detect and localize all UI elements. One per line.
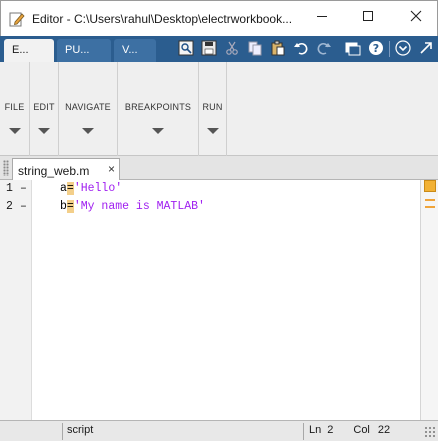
tab-publish[interactable]: PU... [57, 39, 111, 62]
message-bar [420, 180, 438, 420]
save-button[interactable] [199, 40, 218, 58]
code-text: b='My name is MATLAB' [60, 200, 205, 213]
editor-pencil-icon [9, 11, 25, 27]
chevron-down-icon [38, 128, 50, 134]
minimize-button[interactable] [299, 1, 345, 33]
find-files-icon [178, 40, 194, 59]
code-editor[interactable]: 1 – a='Hello' 2 – b='My name is MATLAB' [0, 180, 438, 420]
undo-button[interactable] [291, 40, 310, 58]
switch-windows-icon [345, 40, 361, 59]
close-tab-icon[interactable]: × [108, 162, 115, 176]
code-variable: a [60, 182, 67, 195]
expand-toolstrip-icon [394, 39, 411, 59]
col-label: Col [353, 424, 370, 436]
maximize-icon [362, 10, 374, 25]
ribbon-edit-label: EDIT [33, 102, 55, 112]
save-icon [201, 40, 217, 59]
cut-icon [224, 40, 240, 59]
toolstrip-ribbon: FILE EDIT NAVIGATE BREAKPOINTS RUN [0, 62, 438, 156]
toolstrip-tab-bar: E... PU... V... ? [0, 36, 438, 62]
title-bar: Editor - C:\Users\rahul\Desktop\electrwo… [0, 0, 438, 36]
ribbon-edit[interactable]: EDIT [30, 62, 59, 156]
breakpoint-dash[interactable]: – [20, 200, 27, 213]
status-bar: script Ln 2 Col 22 [0, 420, 438, 441]
grip-handle-icon[interactable] [3, 160, 9, 176]
tab-editor[interactable]: E... [4, 39, 54, 62]
chevron-down-icon [206, 128, 219, 134]
undock-button[interactable] [416, 40, 435, 58]
ribbon-file[interactable]: FILE [0, 62, 30, 156]
code-string: 'My name is MATLAB' [73, 200, 205, 213]
paste-button[interactable] [268, 40, 287, 58]
cut-button[interactable] [222, 40, 241, 58]
find-files-button[interactable] [176, 40, 195, 58]
switch-windows-button[interactable] [343, 40, 362, 58]
ln-value: 2 [327, 424, 334, 436]
ribbon-file-label: FILE [4, 102, 25, 112]
undock-icon [418, 40, 434, 59]
chevron-down-icon [8, 128, 21, 134]
ribbon-run-label: RUN [202, 102, 223, 112]
file-type-status: script [62, 423, 302, 440]
warning-marker[interactable] [425, 199, 435, 201]
tab-view[interactable]: V... [114, 39, 156, 62]
close-icon [410, 10, 422, 25]
copy-button[interactable] [245, 40, 264, 58]
document-tab[interactable]: string_web.m × [12, 158, 120, 180]
window-title: Editor - C:\Users\rahul\Desktop\electrwo… [32, 12, 293, 26]
help-button[interactable]: ? [366, 40, 385, 58]
ribbon-navigate[interactable]: NAVIGATE [59, 62, 118, 156]
code-variable: b [60, 200, 67, 213]
resize-grip-icon[interactable] [424, 426, 436, 438]
code-operator: = [66, 200, 74, 213]
ln-label: Ln [309, 424, 322, 436]
line-number-gutter [0, 180, 32, 420]
minimize-icon [316, 10, 328, 25]
redo-icon [316, 40, 332, 59]
tab-editor-label: E... [12, 44, 29, 56]
code-text: a='Hello' [60, 182, 122, 195]
ribbon-run[interactable]: RUN [199, 62, 227, 156]
code-string: 'Hello' [73, 182, 123, 195]
breakpoint-dash[interactable]: – [20, 182, 27, 195]
maximize-button[interactable] [345, 1, 391, 33]
tab-view-label: V... [122, 44, 138, 56]
svg-text:?: ? [372, 42, 378, 55]
document-tab-label: string_web.m [18, 164, 90, 178]
code-line[interactable]: 2 – b='My name is MATLAB' [0, 198, 420, 216]
undo-icon [293, 40, 309, 59]
ribbon-breakpoints-label: BREAKPOINTS [124, 102, 192, 112]
code-operator: = [66, 182, 74, 195]
chevron-down-icon [82, 128, 94, 134]
help-icon: ? [368, 40, 384, 59]
warning-marker[interactable] [425, 206, 435, 208]
line-number: 2 [6, 200, 13, 213]
quick-access-separator [389, 41, 390, 57]
cursor-position-status: Ln 2 Col 22 [303, 423, 421, 440]
tab-publish-label: PU... [65, 44, 90, 56]
document-tab-bar: string_web.m × [0, 156, 438, 180]
code-line[interactable]: 1 – a='Hello' [0, 180, 420, 198]
expand-toolstrip-button[interactable] [393, 39, 412, 59]
ribbon-breakpoints[interactable]: BREAKPOINTS [118, 62, 199, 156]
copy-icon [247, 40, 263, 59]
redo-button[interactable] [314, 40, 333, 58]
close-window-button[interactable] [393, 1, 438, 33]
ribbon-navigate-label: NAVIGATE [65, 102, 111, 112]
col-value: 22 [377, 424, 391, 436]
warning-indicator-icon[interactable] [424, 180, 436, 192]
paste-icon [270, 40, 286, 59]
chevron-down-icon [152, 128, 164, 134]
line-number: 1 [6, 182, 13, 195]
